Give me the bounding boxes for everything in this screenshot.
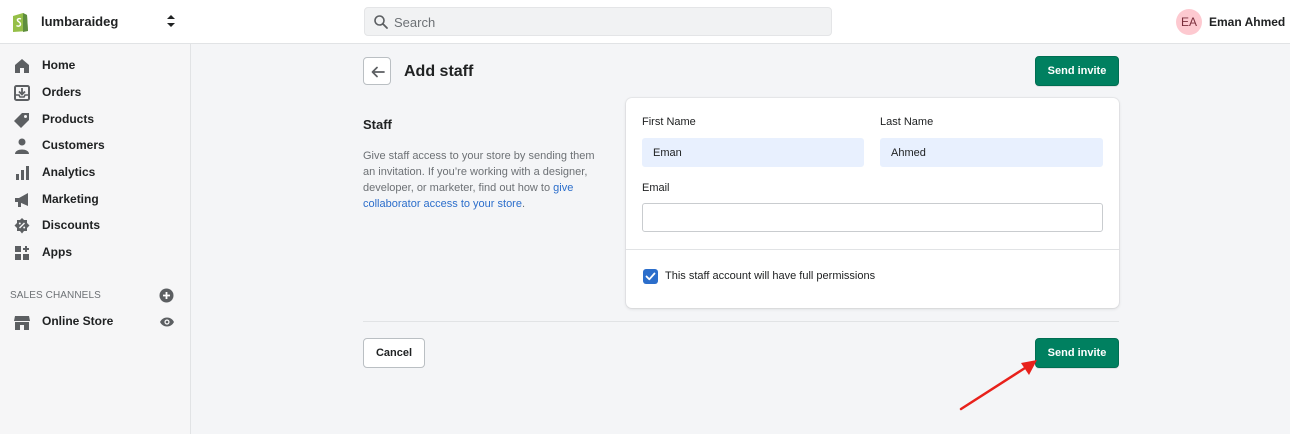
staff-section-heading: Staff bbox=[363, 117, 392, 132]
staff-section-description: Give staff access to your store by sendi… bbox=[363, 148, 603, 212]
last-name-label: Last Name bbox=[880, 116, 934, 128]
page-divider bbox=[363, 321, 1119, 322]
sidebar-item-label: Customers bbox=[42, 138, 105, 152]
search-placeholder: Search bbox=[394, 15, 436, 30]
sidebar-item-label: Products bbox=[42, 112, 95, 126]
store-switcher-icon[interactable] bbox=[164, 11, 178, 31]
email-field[interactable] bbox=[642, 203, 1103, 232]
cancel-button[interactable]: Cancel bbox=[363, 338, 425, 368]
annotation-arrow-icon bbox=[959, 360, 1037, 411]
top-bar: lumbaraideg Search EA Eman Ahmed bbox=[0, 0, 1290, 44]
first-name-field[interactable]: Eman bbox=[642, 138, 864, 167]
sidebar-item-label: Analytics bbox=[42, 165, 96, 179]
sidebar-item-home[interactable]: Home bbox=[0, 53, 191, 79]
back-button[interactable] bbox=[363, 57, 391, 85]
bar-chart-icon bbox=[16, 166, 29, 180]
checkmark-icon bbox=[645, 272, 656, 281]
user-name[interactable]: Eman Ahmed bbox=[1209, 15, 1285, 29]
sidebar-item-label: Marketing bbox=[42, 192, 99, 206]
tag-icon bbox=[14, 113, 29, 128]
store-name[interactable]: lumbaraideg bbox=[41, 14, 118, 29]
sidebar-item-label: Apps bbox=[42, 245, 72, 259]
sidebar-item-customers[interactable]: Customers bbox=[0, 133, 191, 159]
sidebar-item-analytics[interactable]: Analytics bbox=[0, 160, 191, 186]
sidebar-item-discounts[interactable]: Discounts bbox=[0, 213, 191, 239]
send-invite-button[interactable]: Send invite bbox=[1035, 338, 1119, 368]
home-icon bbox=[15, 59, 29, 73]
store-icon bbox=[14, 316, 30, 330]
sales-channels-heading: SALES CHANNELS bbox=[10, 290, 101, 301]
person-icon bbox=[15, 138, 29, 154]
send-invite-button-top[interactable]: Send invite bbox=[1035, 56, 1119, 86]
shopify-logo-icon[interactable] bbox=[10, 11, 30, 33]
avatar[interactable]: EA bbox=[1176, 9, 1202, 35]
sidebar-item-apps[interactable]: Apps bbox=[0, 240, 191, 266]
last-name-field[interactable]: Ahmed bbox=[880, 138, 1103, 167]
full-permissions-checkbox[interactable] bbox=[643, 269, 658, 284]
search-bar[interactable]: Search bbox=[364, 7, 832, 36]
sidebar-item-products[interactable]: Products bbox=[0, 107, 191, 133]
arrow-left-icon bbox=[371, 66, 385, 78]
first-name-label: First Name bbox=[642, 116, 696, 128]
sidebar-item-label: Orders bbox=[42, 85, 82, 99]
staff-form-card: First Name Eman Last Name Ahmed Email Th… bbox=[626, 98, 1119, 308]
full-permissions-label[interactable]: This staff account will have full permis… bbox=[665, 270, 875, 282]
page-title: Add staff bbox=[404, 63, 474, 80]
sidebar-item-label: Home bbox=[42, 58, 76, 72]
sidebar-item-label: Discounts bbox=[42, 218, 101, 232]
orders-icon bbox=[14, 85, 30, 101]
megaphone-icon bbox=[15, 193, 28, 207]
sidebar-item-marketing[interactable]: Marketing bbox=[0, 187, 191, 213]
sidebar: Home Orders Products Customers Analytics bbox=[0, 44, 191, 434]
description-suffix: . bbox=[521, 198, 526, 210]
discount-icon bbox=[14, 218, 30, 234]
card-divider bbox=[626, 249, 1119, 250]
sidebar-item-label: Online Store bbox=[42, 314, 114, 328]
email-label: Email bbox=[642, 182, 670, 194]
add-sales-channel-icon[interactable] bbox=[159, 288, 174, 303]
search-icon bbox=[374, 15, 388, 29]
user-menu[interactable]: EA Eman Ahmed bbox=[1160, 0, 1290, 44]
apps-icon bbox=[15, 246, 29, 260]
eye-icon[interactable] bbox=[159, 315, 175, 329]
sidebar-item-orders[interactable]: Orders bbox=[0, 80, 191, 106]
